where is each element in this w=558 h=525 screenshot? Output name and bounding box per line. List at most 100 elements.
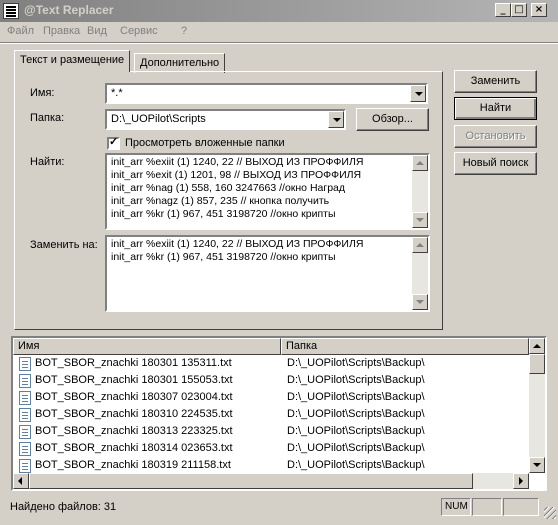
scroll-right-button[interactable]	[513, 473, 529, 489]
arrow-up-icon	[533, 344, 541, 348]
arrow-up-icon	[416, 243, 424, 247]
name-combobox[interactable]: *.*	[105, 83, 428, 104]
file-name: BOT_SBOR_znachki 180310 224535.txt	[35, 408, 233, 420]
table-row[interactable]: BOT_SBOR_znachki 180301 155053.txt D:\_U…	[13, 372, 529, 389]
name-value[interactable]: *.*	[111, 87, 123, 99]
find-line: init_arr %exit (1) 1201, 98 // ВЫХОД ИЗ …	[111, 169, 362, 181]
results-list[interactable]: Имя Папка BOT_SBOR_znachki 180301 135311…	[11, 336, 547, 491]
menu-view[interactable]: Вид	[87, 25, 107, 37]
subfolders-label[interactable]: Просмотреть вложенные папки	[125, 137, 285, 149]
scroll-left-button[interactable]	[13, 473, 29, 489]
text-file-icon	[19, 459, 31, 473]
text-file-icon	[19, 357, 31, 371]
text-file-icon	[19, 391, 31, 405]
find-textarea[interactable]: init_arr %exiit (1) 1240, 22 // ВЫХОД ИЗ…	[105, 153, 430, 230]
table-row[interactable]: BOT_SBOR_znachki 180307 023004.txt D:\_U…	[13, 389, 529, 406]
arrow-right-icon	[519, 477, 523, 485]
column-header-folder[interactable]: Папка	[281, 338, 529, 355]
find-line: init_arr %nagz (1) 857, 235 // кнопка по…	[111, 195, 330, 207]
column-header-name[interactable]: Имя	[13, 338, 281, 355]
horizontal-scroll-thumb[interactable]	[29, 473, 473, 489]
file-name: BOT_SBOR_znachki 180319 211158.txt	[35, 459, 231, 471]
replace-button[interactable]: Заменить	[454, 70, 537, 93]
folder-dropdown-button[interactable]	[328, 111, 344, 128]
arrow-down-icon	[416, 218, 424, 222]
scroll-down-button[interactable]	[529, 457, 545, 473]
app-icon[interactable]	[3, 3, 19, 19]
stop-button[interactable]: Остановить	[454, 125, 537, 148]
results-horizontal-scrollbar[interactable]	[13, 473, 529, 489]
file-folder: D:\_UOPilot\Scripts\Backup\	[287, 391, 425, 403]
file-folder: D:\_UOPilot\Scripts\Backup\	[287, 459, 425, 471]
replace-button-label: Заменить	[470, 75, 521, 87]
find-button[interactable]: Найти	[454, 97, 537, 120]
scroll-up-button[interactable]	[412, 155, 428, 171]
folder-label: Папка:	[30, 112, 65, 124]
scroll-up-button[interactable]	[529, 338, 545, 354]
folder-combobox[interactable]: D:\_UOPilot\Scripts	[105, 109, 346, 130]
table-row[interactable]: BOT_SBOR_znachki 180310 224535.txt D:\_U…	[13, 406, 529, 423]
table-row[interactable]: BOT_SBOR_znachki 180301 135311.txt D:\_U…	[13, 355, 529, 372]
file-name: BOT_SBOR_znachki 180314 023653.txt	[35, 442, 233, 454]
title-bar[interactable]: @Text Replacer _ □ ×	[0, 0, 558, 22]
replace-scrollbar[interactable]	[412, 237, 428, 310]
find-line: init_arr %kr (1) 967, 451 3198720 //окно…	[111, 208, 336, 220]
menu-tools[interactable]: Сервис	[120, 25, 158, 37]
minimize-button[interactable]: _	[495, 3, 511, 17]
file-name: BOT_SBOR_znachki 180301 135311.txt	[35, 357, 232, 369]
menu-help[interactable]: ?	[181, 25, 187, 37]
find-line: init_arr %nag (1) 558, 160 3247663 //окн…	[111, 182, 345, 194]
browse-button-label: Обзор...	[372, 113, 413, 125]
scroll-down-button[interactable]	[412, 212, 428, 228]
replace-textarea[interactable]: init_arr %exiit (1) 1240, 22 // ВЫХОД ИЗ…	[105, 235, 430, 312]
file-name: BOT_SBOR_znachki 180313 223325.txt	[35, 425, 233, 437]
status-pane-empty	[472, 498, 502, 516]
name-label: Имя:	[30, 87, 55, 99]
resize-grip[interactable]	[544, 507, 556, 519]
app-window: @Text Replacer _ □ × Файл Правка Вид Сер…	[0, 0, 558, 525]
status-pane-empty	[503, 498, 539, 516]
replace-label: Заменить на:	[30, 239, 98, 251]
menu-edit[interactable]: Правка	[43, 25, 80, 37]
close-button[interactable]: ×	[531, 3, 547, 17]
new-search-button-label: Новый поиск	[462, 157, 529, 169]
find-scrollbar[interactable]	[412, 155, 428, 228]
arrow-up-icon	[416, 161, 424, 165]
tab-text-and-location[interactable]: Текст и размещение	[14, 50, 131, 72]
replace-line: init_arr %kr (1) 967, 451 3198720 //окно…	[111, 251, 336, 263]
window-title: @Text Replacer	[24, 3, 114, 17]
vertical-scroll-thumb[interactable]	[529, 354, 545, 374]
file-folder: D:\_UOPilot\Scripts\Backup\	[287, 425, 425, 437]
file-name: BOT_SBOR_znachki 180301 155053.txt	[35, 374, 233, 386]
arrow-down-icon	[416, 300, 424, 304]
status-num-indicator: NUM	[441, 498, 471, 516]
status-found-count: Найдено файлов: 31	[10, 501, 117, 513]
find-label: Найти:	[30, 156, 65, 168]
menu-divider	[0, 42, 558, 44]
table-row[interactable]: BOT_SBOR_znachki 180314 023653.txt D:\_U…	[13, 440, 529, 457]
arrow-down-icon	[533, 463, 541, 467]
text-file-icon	[19, 442, 31, 456]
subfolders-checkbox[interactable]	[107, 135, 120, 150]
stop-button-label: Остановить	[465, 130, 526, 142]
table-row[interactable]: BOT_SBOR_znachki 180313 223325.txt D:\_U…	[13, 423, 529, 440]
replace-line: init_arr %exiit (1) 1240, 22 // ВЫХОД ИЗ…	[111, 238, 364, 250]
folder-value[interactable]: D:\_UOPilot\Scripts	[111, 113, 206, 125]
name-dropdown-button[interactable]	[410, 85, 426, 102]
tab-advanced[interactable]: Дополнительно	[134, 53, 226, 73]
file-folder: D:\_UOPilot\Scripts\Backup\	[287, 408, 425, 420]
maximize-button[interactable]: □	[511, 3, 527, 17]
menu-file[interactable]: Файл	[7, 25, 34, 37]
text-file-icon	[19, 408, 31, 422]
chevron-down-icon	[415, 92, 423, 96]
text-file-icon	[19, 374, 31, 388]
scroll-down-button[interactable]	[412, 294, 428, 310]
file-folder: D:\_UOPilot\Scripts\Backup\	[287, 357, 425, 369]
browse-button[interactable]: Обзор...	[356, 108, 429, 131]
table-row[interactable]: BOT_SBOR_znachki 180319 211158.txt D:\_U…	[13, 457, 529, 474]
arrow-left-icon	[18, 477, 22, 485]
new-search-button[interactable]: Новый поиск	[454, 152, 537, 175]
menu-bar: Файл Правка Вид Сервис ?	[0, 22, 558, 42]
results-vertical-scrollbar[interactable]	[529, 338, 545, 473]
scroll-up-button[interactable]	[412, 237, 428, 253]
